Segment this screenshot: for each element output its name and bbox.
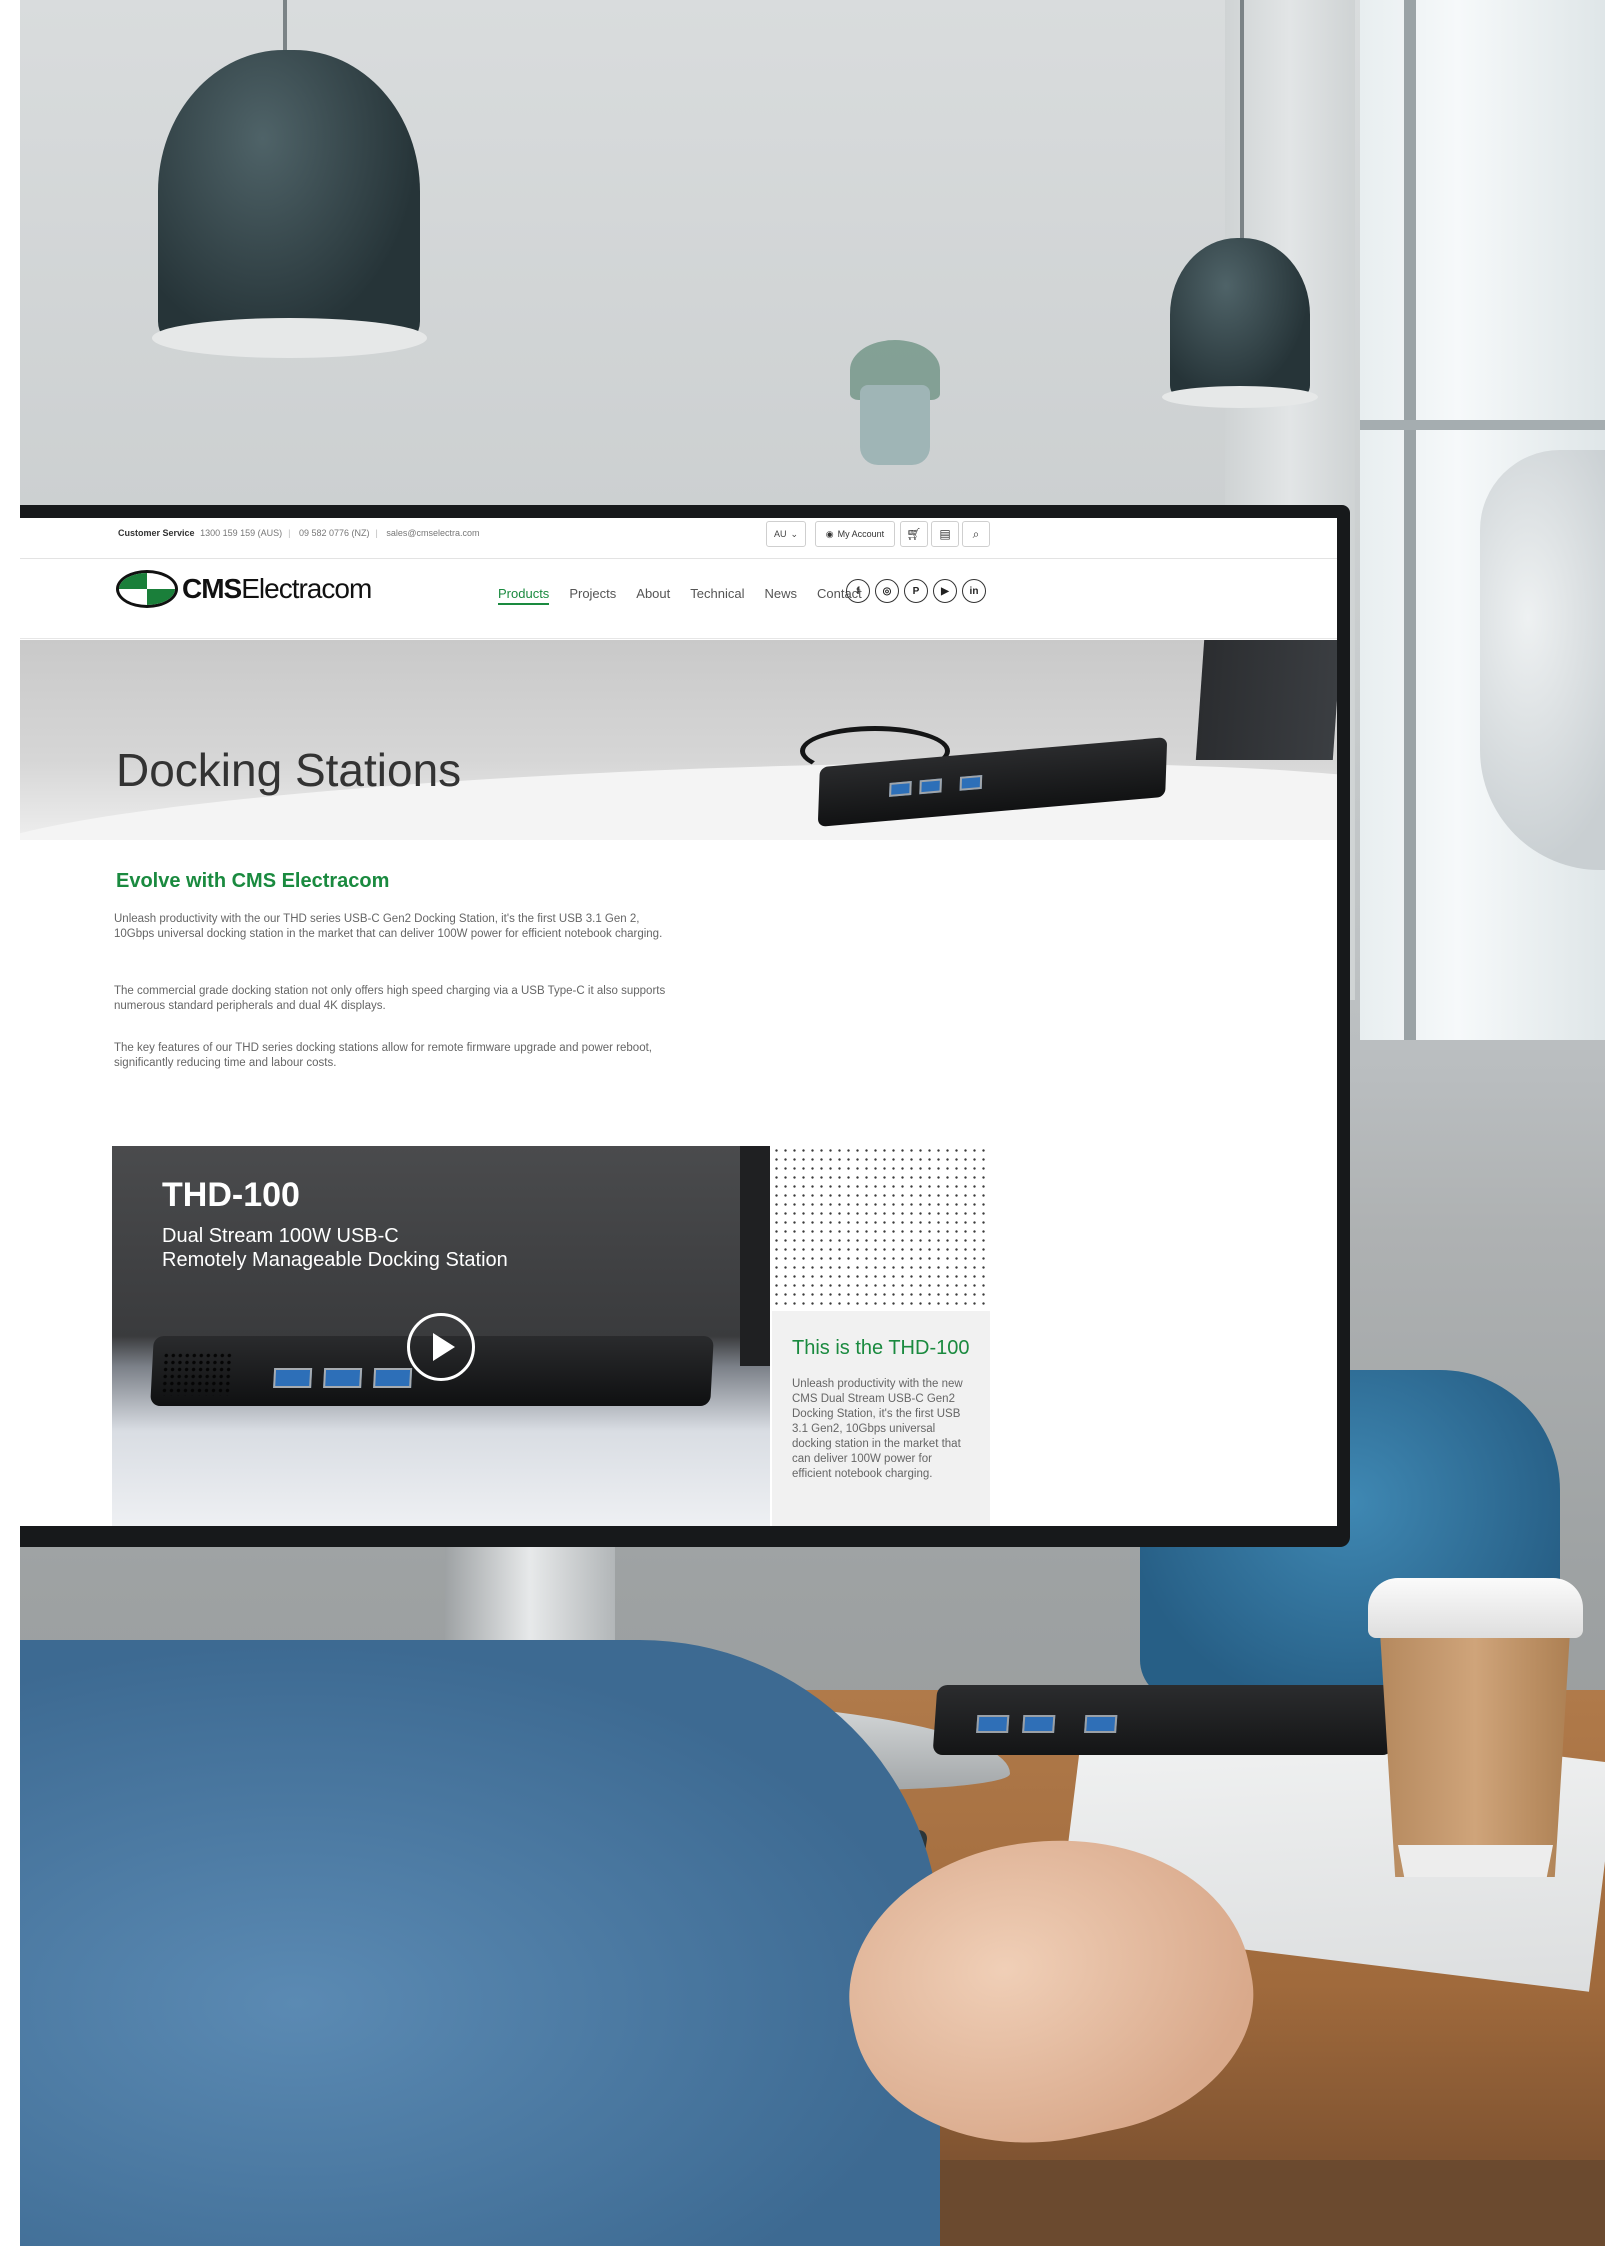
pinterest-icon[interactable]: P [904, 579, 928, 603]
section-heading: Evolve with CMS Electracom [116, 870, 390, 892]
social-links: f ◎ P ▶ in [846, 579, 986, 603]
page-title: Docking Stations [116, 743, 462, 796]
pendant-lamp-small [1170, 238, 1310, 398]
instagram-icon[interactable]: ◎ [875, 579, 899, 603]
my-account-button[interactable]: ◉ My Account [815, 521, 895, 547]
person-arm [20, 1640, 940, 2246]
usb-port [273, 1368, 313, 1388]
intro-paragraph-2: The commercial grade docking station not… [114, 985, 666, 1012]
chevron-down-icon: ⌄ [790, 528, 799, 539]
lamp-rim-small [1162, 386, 1318, 408]
usb-port [976, 1715, 1010, 1733]
coffee-cup-lid [1368, 1578, 1583, 1638]
video-subtitle-line-1: Dual Stream 100W USB-C [162, 1225, 399, 1247]
image-border [0, 0, 20, 2246]
video-subtitle: Dual Stream 100W USB-C Remotely Manageab… [162, 1224, 508, 1272]
usb-port [919, 778, 942, 795]
user-icon: ◉ [825, 528, 834, 539]
pendant-lamp-large [158, 50, 420, 345]
usb-port [323, 1368, 363, 1388]
logo-mark-icon [116, 570, 178, 608]
cart-icon: 🛒︎ [906, 527, 922, 541]
my-account-label: My Account [837, 529, 885, 539]
usb-port [1022, 1715, 1056, 1733]
product-info-card: This is the THD-100 Unleash productivity… [772, 1311, 990, 1526]
intro-paragraph-3: The key features of our THD series docki… [114, 1042, 652, 1069]
nav-item-projects[interactable]: Projects [569, 586, 616, 605]
desk-lamp [1480, 450, 1605, 870]
usb-port [889, 781, 912, 797]
nav-item-technical[interactable]: Technical [690, 586, 744, 605]
logo[interactable]: CMSElectracom [116, 570, 372, 608]
hero-banner: Docking Stations [20, 640, 1337, 840]
nav-item-about[interactable]: About [636, 586, 670, 605]
utility-bar: Customer Service 1300 159 159 (AUS) | 09 … [20, 518, 1337, 559]
coffee-cup [1380, 1632, 1570, 1877]
customer-service-info: Customer Service 1300 159 159 (AUS) | 09 … [118, 528, 480, 538]
facebook-icon[interactable]: f [846, 579, 870, 603]
logo-text: CMSElectracom [182, 573, 372, 604]
usb-port [373, 1368, 413, 1388]
main-navbar: CMSElectracom Products Projects About Te… [20, 558, 1337, 639]
usb-port [959, 774, 983, 791]
nav-item-news[interactable]: News [764, 586, 797, 605]
play-icon[interactable] [407, 1313, 475, 1381]
video-title: THD-100 [162, 1176, 300, 1214]
youtube-icon[interactable]: ▶ [933, 579, 957, 603]
product-video[interactable]: THD-100 Dual Stream 100W USB-C Remotely … [112, 1146, 770, 1526]
product-info-title: This is the THD-100 [792, 1337, 970, 1359]
quote-button[interactable]: ▤ [931, 521, 959, 547]
region-value: AU [773, 529, 787, 539]
website-screen: Customer Service 1300 159 159 (AUS) | 09 … [20, 518, 1337, 1526]
lamp-cord-small [1240, 0, 1244, 245]
phone-aus[interactable]: 1300 159 159 (AUS) [200, 528, 282, 538]
region-select[interactable]: AU ⌄ [766, 521, 806, 547]
dock-vent [160, 1352, 233, 1396]
video-monitor-edge [740, 1146, 770, 1366]
phone-nz[interactable]: 09 582 0776 (NZ) [299, 528, 370, 538]
search-button[interactable]: ⌕ [962, 521, 990, 547]
search-icon: ⌕ [972, 526, 980, 541]
customer-service-label: Customer Service [118, 528, 195, 538]
docking-station-on-desk [932, 1685, 1398, 1755]
usb-port [1084, 1715, 1118, 1733]
coffee-cup-bottom [1398, 1845, 1553, 1877]
clipboard-icon: ▤ [939, 527, 951, 541]
nav-item-products[interactable]: Products [498, 586, 550, 605]
video-subtitle-line-2: Remotely Manageable Docking Station [162, 1249, 508, 1271]
dot-pattern [772, 1146, 990, 1311]
linkedin-icon[interactable]: in [962, 579, 986, 603]
intro-paragraph-1: Unleash productivity with the our THD se… [114, 913, 663, 940]
email-link[interactable]: sales@cmselectra.com [386, 528, 479, 538]
lamp-rim [152, 318, 427, 358]
hero-speaker-image [1195, 640, 1337, 760]
cart-button[interactable]: 🛒︎ [900, 521, 928, 547]
primary-nav: Products Projects About Technical News C… [498, 586, 862, 605]
product-info-text: Unleash productivity with the new CMS Du… [792, 1378, 963, 1480]
plant-pot [860, 385, 930, 465]
